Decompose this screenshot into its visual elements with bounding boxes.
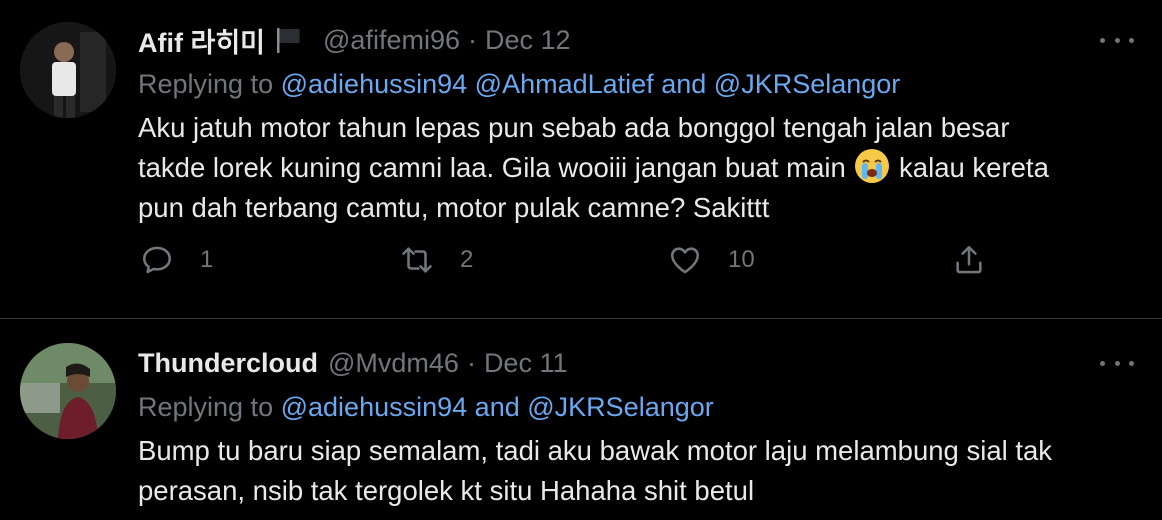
tweet-date[interactable]: Dec 11 <box>484 348 568 379</box>
mention-link[interactable]: @adiehussin94 <box>281 392 468 422</box>
tweet-thundercloud[interactable]: Thundercloud @Mvdm46 · Dec 11 Replying t… <box>0 319 1162 520</box>
replying-to: Replying to @adiehussin94 and @JKRSelang… <box>138 387 1142 427</box>
loudly-crying-face-icon <box>855 149 890 183</box>
tweet-afif[interactable]: Afif 라히미 @afifemi96 · Dec 12 Replying to… <box>0 0 1162 319</box>
tweet-text: Aku jatuh motor tahun lepas pun sebab ad… <box>138 108 1142 228</box>
retweet-count: 2 <box>460 246 474 273</box>
replying-prefix: Replying to <box>138 69 274 99</box>
tweet-header: Afif 라히미 @afifemi96 · Dec 12 <box>138 20 1142 60</box>
reply-button[interactable]: 1 <box>140 238 213 282</box>
mention-connector[interactable]: and <box>661 69 706 99</box>
separator-dot: · <box>466 347 476 378</box>
reply-count: 1 <box>200 246 214 273</box>
mention-link[interactable]: @JKRSelangor <box>527 392 714 422</box>
user-handle[interactable]: @Mvdm46 <box>328 348 459 379</box>
mention-link[interactable]: @adiehussin94 <box>281 69 468 99</box>
tweet-header: Thundercloud @Mvdm46 · Dec 11 <box>138 343 1142 383</box>
more-options-icon[interactable] <box>1100 30 1134 50</box>
tweet-date[interactable]: Dec 12 <box>485 25 571 56</box>
like-button[interactable]: 10 <box>668 238 755 282</box>
share-button[interactable] <box>952 238 986 282</box>
mention-link[interactable]: @AhmadLatief <box>475 69 654 99</box>
mention-link[interactable]: @JKRSelangor <box>714 69 901 99</box>
tweet-content: Afif 라히미 @afifemi96 · Dec 12 Replying to… <box>138 20 1142 228</box>
display-name[interactable]: Afif 라히미 <box>138 21 265 60</box>
share-icon <box>956 245 982 274</box>
mention-connector[interactable]: and <box>475 392 520 422</box>
display-name[interactable]: Thundercloud <box>138 348 318 379</box>
like-count: 10 <box>728 246 755 273</box>
avatar[interactable] <box>20 22 116 118</box>
separator-dot: · <box>467 24 477 55</box>
black-flag-icon <box>273 25 303 55</box>
heart-icon <box>670 247 700 274</box>
more-options-icon[interactable] <box>1100 353 1134 373</box>
tweet-text: Bump tu baru siap semalam, tadi aku bawa… <box>138 435 1053 506</box>
tweet-actions: 1 2 10 <box>138 238 998 282</box>
tweet-content: Thundercloud @Mvdm46 · Dec 11 Replying t… <box>138 343 1142 511</box>
retweet-button[interactable]: 2 <box>400 238 473 282</box>
retweet-icon <box>402 247 432 273</box>
avatar[interactable] <box>20 343 116 439</box>
replying-to: Replying to @adiehussin94 @AhmadLatief a… <box>138 64 1142 104</box>
reply-icon <box>142 246 172 274</box>
user-handle[interactable]: @afifemi96 <box>323 25 460 56</box>
replying-prefix: Replying to <box>138 392 274 422</box>
